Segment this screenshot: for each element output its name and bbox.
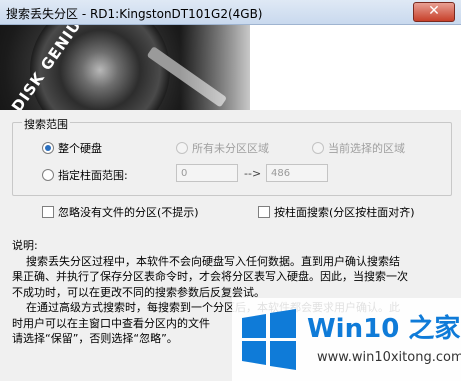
radio-selected-area[interactable]: 当前选择的区域	[312, 140, 405, 156]
radio-unpartitioned[interactable]: 所有未分区区域	[176, 140, 269, 156]
radio-whole-disk-label: 整个硬盘	[58, 142, 102, 155]
checkbox-ignore-no-files-box[interactable]	[42, 206, 54, 218]
watermark-title: Win10 之家	[307, 314, 461, 344]
checkbox-search-by-cylinder-box[interactable]	[258, 206, 270, 218]
checkbox-search-by-cylinder-label: 按柱面搜索(分区按柱面对齐)	[274, 206, 415, 219]
radio-unpartitioned-indicator[interactable]	[176, 142, 188, 154]
instructions-line: 搜索丢失分区过程中，本软件不会向硬盘写入任何数据。直到用户确认搜索结	[12, 254, 400, 268]
checkbox-ignore-no-files-label: 忽略没有文件的分区(不提示)	[58, 206, 199, 219]
radio-selected-area-indicator[interactable]	[312, 142, 324, 154]
banner-fade	[180, 25, 461, 110]
instructions-heading: 说明:	[12, 239, 38, 252]
cylinder-to-input[interactable]: 486	[266, 164, 328, 182]
radio-selected-area-label: 当前选择的区域	[328, 142, 405, 155]
close-icon: ✕	[428, 3, 440, 19]
radio-cylinder-range[interactable]: 指定柱面范围:	[42, 167, 128, 183]
checkbox-ignore-no-files[interactable]: 忽略没有文件的分区(不提示)	[42, 204, 199, 220]
checkbox-search-by-cylinder[interactable]: 按柱面搜索(分区按柱面对齐)	[258, 204, 415, 220]
radio-unpartitioned-label: 所有未分区区域	[192, 142, 269, 155]
title-bar: 搜索丢失分区 - RD1:KingstonDT101G2(4GB) ✕	[0, 0, 461, 25]
watermark: Win10 之家 www.win10xitong.com	[232, 298, 461, 381]
watermark-url: www.win10xitong.com	[317, 350, 461, 365]
search-range-title: 搜索范围	[22, 116, 70, 132]
close-button[interactable]: ✕	[413, 2, 455, 22]
search-range-group	[12, 122, 452, 196]
radio-cylinder-range-indicator[interactable]	[42, 169, 54, 181]
window-title: 搜索丢失分区 - RD1:KingstonDT101G2(4GB)	[6, 7, 263, 21]
cylinder-from-input[interactable]: 0	[176, 164, 238, 182]
range-arrow: -->	[244, 167, 262, 180]
banner-image: DISK GENIUS	[0, 25, 461, 110]
windows-logo-icon	[242, 309, 296, 370]
radio-cylinder-range-label: 指定柱面范围:	[58, 169, 128, 182]
radio-whole-disk[interactable]: 整个硬盘	[42, 140, 102, 156]
radio-whole-disk-indicator[interactable]	[42, 142, 54, 154]
instructions-line: 果正确、并执行了保存分区表命令时，才会将分区表写入硬盘。因此，当搜索一次	[12, 270, 408, 283]
